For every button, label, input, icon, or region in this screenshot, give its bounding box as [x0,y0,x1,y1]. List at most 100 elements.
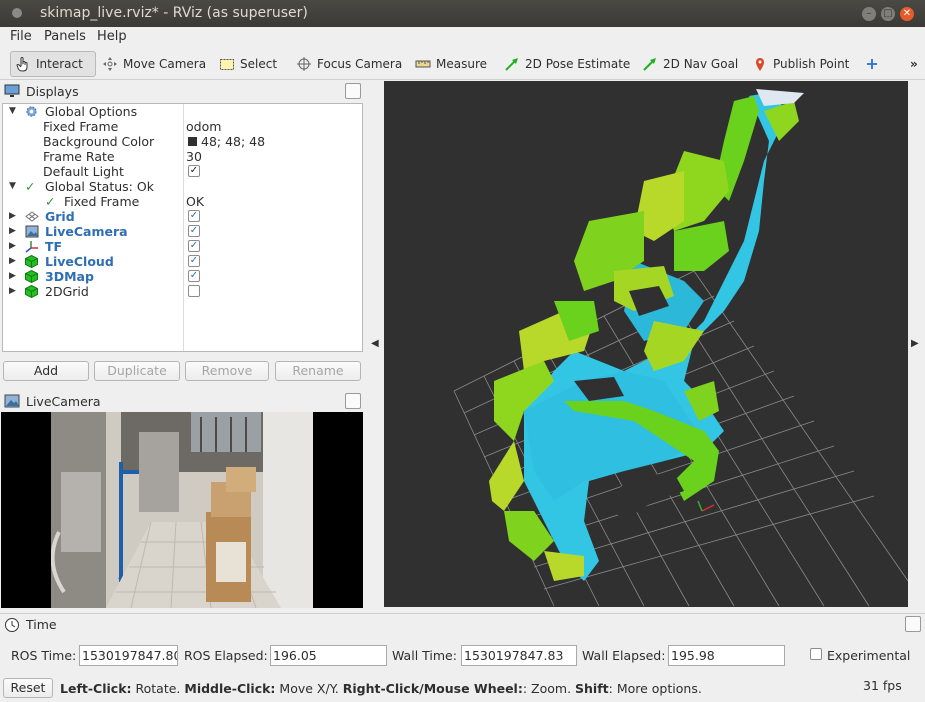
livecamera-undock-button[interactable] [345,393,361,409]
tree-row-global-options[interactable]: ▼ Global Options [3,104,362,119]
reset-button[interactable]: Reset [3,678,53,698]
tool-move-camera[interactable]: Move Camera [98,51,210,77]
toolbar-overflow-button[interactable]: » [906,51,922,77]
duplicate-button[interactable]: Duplicate [94,361,180,381]
add-button[interactable]: Add [3,361,89,381]
map-pin-icon [756,58,764,71]
green-cube-icon [25,255,38,268]
experimental-checkbox[interactable] [810,648,822,660]
tree-label: Frame Rate [43,149,115,164]
livecloud-checkbox[interactable]: ✓ [188,255,200,267]
tree-row-3dmap[interactable]: ▶ 3DMap ✓ [3,269,362,284]
tool-label: Focus Camera [317,57,403,71]
tree-row-2dgrid[interactable]: ▶ 2DGrid [3,284,362,299]
tool-label: 2D Pose Estimate [525,57,631,71]
tree-label: Global Status: Ok [45,179,154,194]
collapsed-arrow-icon[interactable]: ▶ [9,284,16,299]
time-panel-header: Time [0,613,925,635]
collapsed-arrow-icon[interactable]: ▶ [9,209,16,224]
menu-panels[interactable]: Panels [44,29,86,44]
menu-help[interactable]: Help [97,29,127,44]
tree-label: 3DMap [45,269,94,284]
tree-label: 2DGrid [45,284,89,299]
2dgrid-checkbox[interactable] [188,285,200,297]
remove-button[interactable]: Remove [185,361,269,381]
expanded-arrow-icon[interactable]: ▼ [9,179,16,194]
tree-row-frame-rate[interactable]: Frame Rate 30 [3,149,362,164]
image-icon [4,394,20,408]
fps-readout: 31 fps [863,678,902,693]
tree-row-global-status[interactable]: ▼ ✓ Global Status: Ok [3,179,362,194]
fixed-frame-value[interactable]: odom [186,119,221,134]
tree-row-background-color[interactable]: Background Color 48; 48; 48 [3,134,362,149]
color-swatch [188,137,197,146]
tool-publish-point[interactable]: Publish Point [748,51,853,77]
ros-elapsed-field[interactable] [270,645,387,666]
green-arrow-icon [505,58,518,71]
tool-interact[interactable]: Interact [10,51,96,77]
green-cube-icon [25,285,38,298]
tree-row-default-light[interactable]: Default Light ✓ [3,164,362,179]
collapse-left-arrow-icon[interactable]: ◀ [371,338,379,349]
tf-checkbox[interactable]: ✓ [188,240,200,252]
tree-row-fixed-frame[interactable]: Fixed Frame odom [3,119,362,134]
3d-render-view[interactable] [384,81,908,607]
checkmark-icon: ✓ [45,194,56,209]
collapsed-arrow-icon[interactable]: ▶ [9,254,16,269]
tool-label: Move Camera [123,57,207,71]
tool-focus-camera[interactable]: Focus Camera [292,51,406,77]
tool-measure[interactable]: Measure [411,51,491,77]
tree-label: LiveCloud [45,254,114,269]
maximize-icon[interactable]: □ [881,7,895,21]
menu-bar: File Panels Help [0,27,925,47]
tool-label: 2D Nav Goal [663,57,739,71]
clock-icon [5,617,19,632]
tool-2d-pose-estimate[interactable]: 2D Pose Estimate [500,51,634,77]
tree-row-tf[interactable]: ▶ TF ✓ [3,239,362,254]
move-camera-icon [103,57,117,71]
app-icon [12,8,22,18]
window-title: skimap_live.rviz* - RViz (as superuser) [40,5,308,21]
add-tool-button[interactable] [860,51,884,77]
tree-row-livecloud[interactable]: ▶ LiveCloud ✓ [3,254,362,269]
ros-time-field[interactable] [79,645,178,666]
menu-file[interactable]: File [10,29,32,44]
focus-camera-icon [297,57,311,71]
tool-label: Publish Point [773,57,850,71]
status-hint: Left-Click: Rotate. Middle-Click: Move X… [60,681,702,696]
time-title: Time [26,617,57,632]
tree-row-grid[interactable]: ▶ Grid ✓ [3,209,362,224]
frame-rate-value[interactable]: 30 [186,149,202,164]
expanded-arrow-icon[interactable]: ▼ [9,104,16,119]
collapsed-arrow-icon[interactable]: ▶ [9,239,16,254]
collapse-right-arrow-icon[interactable]: ▶ [911,338,919,349]
displays-panel-header: Displays [0,81,365,101]
title-bar: skimap_live.rviz* - RViz (as superuser) … [0,0,925,27]
displays-undock-button[interactable] [345,83,361,99]
collapsed-arrow-icon[interactable]: ▶ [9,269,16,284]
tool-select[interactable]: Select [215,51,281,77]
time-undock-button[interactable] [905,616,921,632]
collapsed-arrow-icon[interactable]: ▶ [9,224,16,239]
tree-row-status-fixed-frame[interactable]: ✓ Fixed Frame OK [3,194,362,209]
green-arrow-icon [643,58,656,71]
tree-row-livecamera[interactable]: ▶ LiveCamera ✓ [3,224,362,239]
livecamera-checkbox[interactable]: ✓ [188,225,200,237]
tf-axes [697,500,715,512]
close-window-icon[interactable]: ✕ [900,7,914,21]
rename-button[interactable]: Rename [275,361,361,381]
tool-2d-nav-goal[interactable]: 2D Nav Goal [638,51,742,77]
default-light-checkbox[interactable]: ✓ [188,165,200,177]
wall-time-field[interactable] [461,645,577,666]
ros-time-label: ROS Time: [11,648,77,663]
ros-elapsed-label: ROS Elapsed: [184,648,268,663]
background-color-value[interactable]: 48; 48; 48 [201,134,265,149]
grid-checkbox[interactable]: ✓ [188,210,200,222]
ruler-icon [415,60,431,68]
select-rectangle-icon [220,59,234,70]
tree-label: Grid [45,209,75,224]
hint-key: Right-Click/Mouse Wheel: [342,681,523,696]
minimize-icon[interactable]: – [862,7,876,21]
wall-elapsed-field[interactable] [668,645,785,666]
3dmap-checkbox[interactable]: ✓ [188,270,200,282]
